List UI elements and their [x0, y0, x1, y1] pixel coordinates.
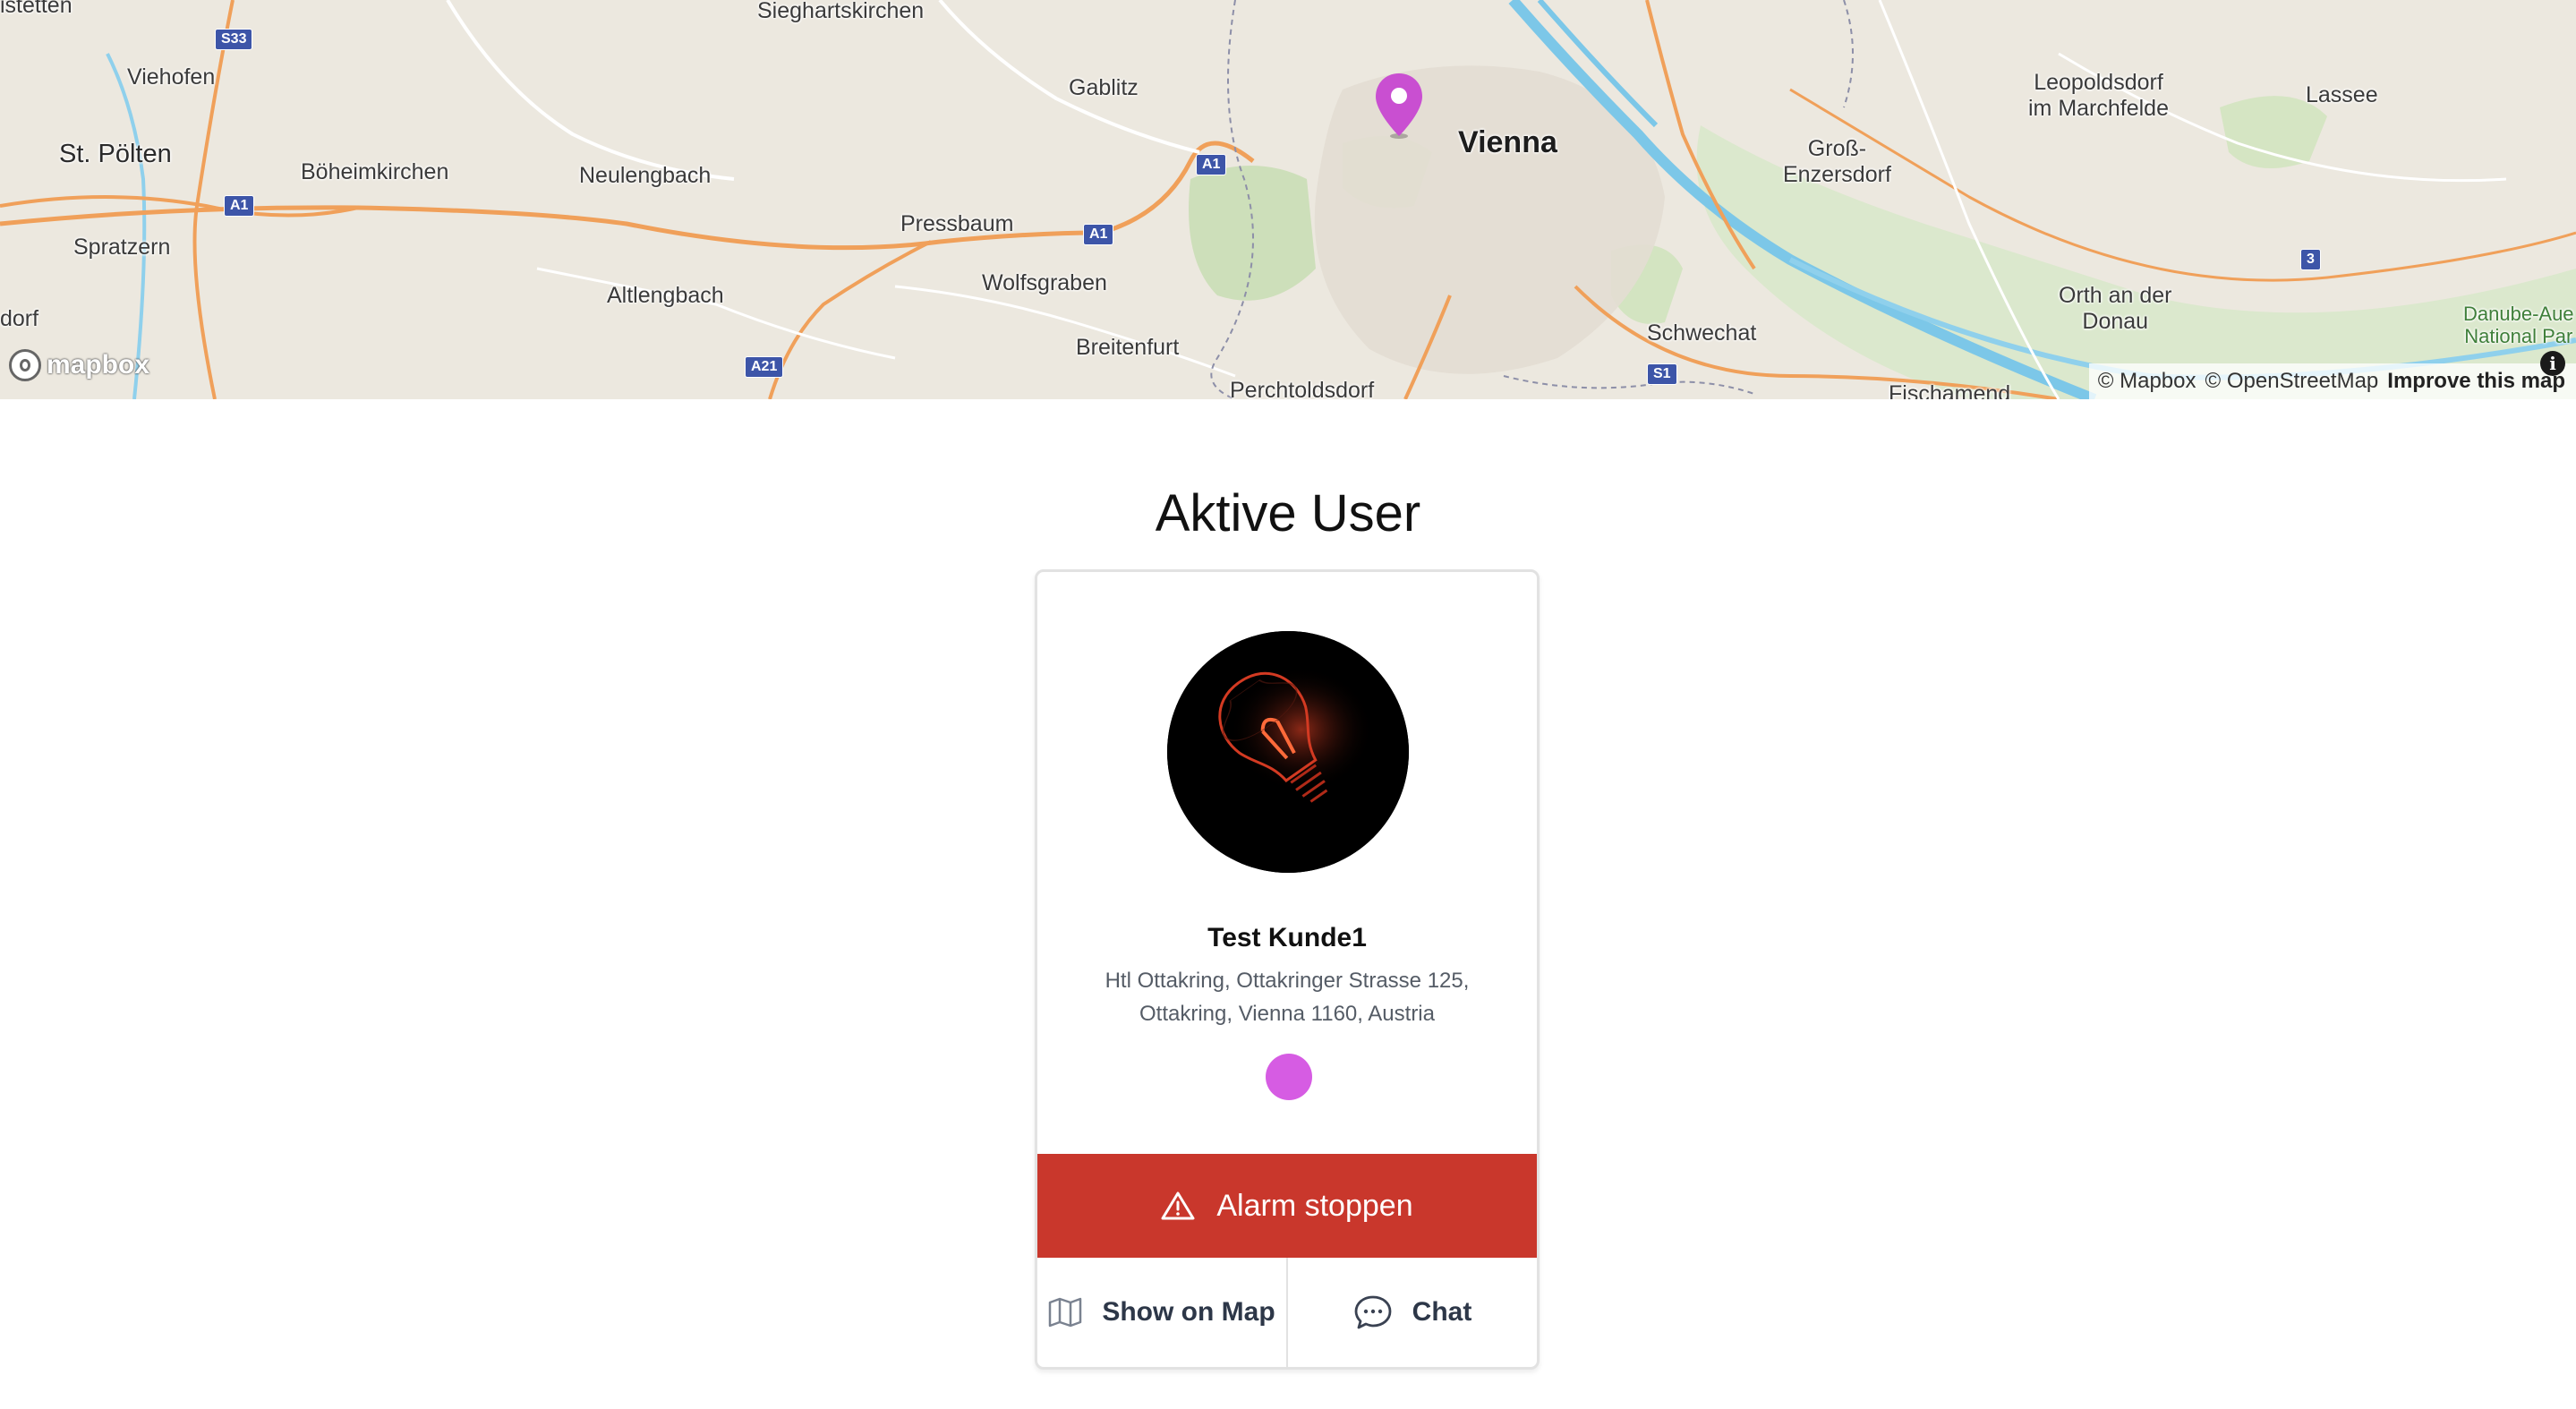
info-icon[interactable]: i [2540, 351, 2565, 376]
map-label-st-poelten: St. Pölten [59, 140, 172, 168]
map-label-altlengbach: Altlengbach [607, 283, 724, 308]
map-label-pressbaum: Pressbaum [900, 211, 1014, 236]
alarm-stop-label: Alarm stoppen [1216, 1188, 1413, 1223]
road-shield-a1-east: A1 [1083, 224, 1114, 245]
map-label-gross-enzersdorf: Groß- Enzersdorf [1783, 136, 1891, 187]
map-label-schwechat: Schwechat [1647, 320, 1757, 346]
map-label-vienna: Vienna [1458, 125, 1557, 159]
map-icon [1049, 1297, 1082, 1328]
map-label-perchtoldsdorf: Perchtoldsdorf [1230, 378, 1375, 399]
map-label-leopoldsdorf: Leopoldsdorf im Marchfelde [2028, 70, 2169, 121]
road-shield-a1-west: A1 [224, 195, 255, 217]
road-shield-3: 3 [2300, 249, 2321, 270]
mapbox-logo-icon [9, 349, 41, 381]
map-label-orth: Orth an der Donau [2059, 283, 2172, 334]
page-title: Aktive User [1155, 484, 1421, 542]
page: istetten Sieghartskirchen Viehofen Gabli… [0, 0, 2576, 1409]
alarm-stop-button[interactable]: Alarm stoppen [1037, 1154, 1537, 1258]
chat-button[interactable]: Chat [1286, 1258, 1537, 1367]
status-indicator [1266, 1054, 1312, 1100]
road-shield-a21: A21 [745, 356, 784, 378]
chat-bubble-icon [1354, 1295, 1392, 1329]
map-label-gablitz: Gablitz [1069, 75, 1139, 100]
show-on-map-button[interactable]: Show on Map [1037, 1258, 1286, 1367]
map-canvas[interactable] [0, 0, 2576, 399]
map-label-lassee: Lassee [2306, 82, 2378, 107]
map-label-breitenfurt: Breitenfurt [1076, 335, 1180, 360]
map-label-fischamend: Fischamend [1889, 381, 2011, 399]
chat-label: Chat [1412, 1297, 1472, 1327]
mapbox-logo[interactable]: mapbox [9, 349, 149, 381]
map-label-danube-auen: Danube-Aue National Par [2463, 303, 2574, 348]
mapbox-logo-text: mapbox [47, 350, 150, 380]
map-label-sieghartskirchen: Sieghartskirchen [757, 0, 925, 23]
light-bulb-image [1167, 631, 1409, 873]
user-card: Test Kunde1 Htl Ottakring, Ottakringer S… [1035, 569, 1540, 1370]
map-label-statten: istetten [0, 0, 73, 18]
map-label-boeheimkirchen: Böheimkirchen [301, 159, 449, 184]
attribution-osm-link[interactable]: © OpenStreetMap [2205, 369, 2379, 394]
show-on-map-label: Show on Map [1102, 1297, 1275, 1327]
map-label-neulengbach: Neulengbach [579, 163, 712, 188]
road-shield-s33: S33 [215, 29, 253, 50]
map[interactable]: istetten Sieghartskirchen Viehofen Gabli… [0, 0, 2576, 399]
warning-triangle-icon [1161, 1191, 1195, 1220]
avatar [1167, 631, 1409, 873]
map-label-dorf: dorf [0, 306, 39, 331]
map-label-wolfsgraben: Wolfsgraben [982, 270, 1107, 295]
road-shield-s1: S1 [1647, 363, 1677, 385]
map-label-spratzern: Spratzern [73, 235, 171, 260]
map-label-viehofen: Viehofen [127, 64, 216, 90]
attribution-mapbox-link[interactable]: © Mapbox [2098, 369, 2196, 394]
user-name: Test Kunde1 [1207, 923, 1367, 952]
road-shield-a1-center: A1 [1196, 154, 1227, 175]
card-actions: Show on Map Chat [1037, 1258, 1537, 1367]
map-attribution: © Mapbox © OpenStreetMap Improve this ma… [2088, 351, 2576, 399]
map-pin-icon[interactable] [1373, 72, 1425, 140]
user-address: Htl Ottakring, Ottakringer Strasse 125, … [1105, 969, 1470, 1026]
improve-map-link[interactable]: Improve this map [2387, 369, 2565, 394]
